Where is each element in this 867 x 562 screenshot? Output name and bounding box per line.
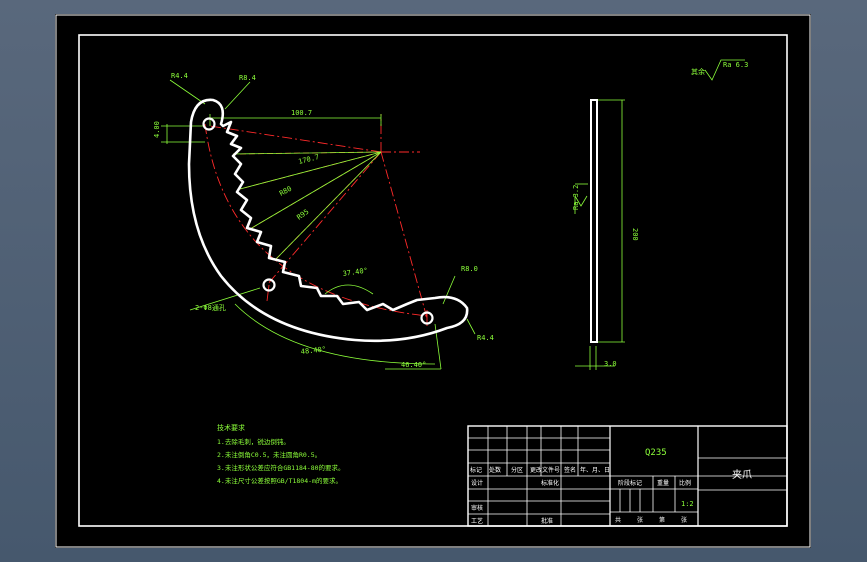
tb-header-3: 更改文件号	[530, 466, 560, 474]
tb-sheets-0: 共	[615, 516, 621, 524]
angle-arc-right: 46.40°	[401, 361, 426, 369]
drawing-canvas: R4.4 R8.4 100.7 4.00 170.7 R80 R95 37.40…	[55, 14, 811, 548]
note-line-3: 3.未注形状公差应符合GB1184-80的要求。	[217, 463, 345, 472]
roughness-value: Ra 6.3	[723, 61, 748, 69]
roughness-label: 其余	[691, 67, 705, 76]
technical-notes: 技术要求 1.去除毛刺，锐边倒钝。 2.未注倒角C0.5，未注圆角R0.5。 3…	[217, 423, 345, 485]
tb-sheets-2: 第	[659, 516, 665, 524]
inner-frame	[78, 34, 788, 527]
angle-arc-left: 48.40°	[300, 345, 326, 356]
cad-viewport: R4.4 R8.4 100.7 4.00 170.7 R80 R95 37.40…	[0, 0, 867, 562]
notes-title: 技术要求	[217, 423, 245, 432]
side-view-plate	[590, 99, 598, 343]
dim-r2: R80	[278, 185, 293, 198]
tb-header-4: 签名	[564, 466, 576, 474]
tb-sheets-3: 张	[681, 516, 687, 524]
part-name: 夹爪	[732, 468, 752, 481]
tb-approve: 批准	[541, 517, 553, 525]
note-line-1: 1.去除毛刺，锐边倒钝。	[217, 437, 290, 446]
scale-value: 1:2	[681, 500, 694, 508]
title-block-labels: 标记 处数 分区 更改文件号 签名 年、月、日 设计 标准化 审核 工艺 批准 …	[470, 466, 691, 525]
side-thickness: 3.0	[604, 360, 617, 368]
tb-header-2: 分区	[511, 466, 523, 474]
tb-scale-label: 比例	[679, 479, 691, 487]
jaw-outline	[187, 98, 469, 343]
side-length: 200	[631, 228, 639, 241]
dim-left-vertical: 4.00	[153, 121, 161, 138]
tb-weight: 重量	[657, 479, 669, 487]
tb-design: 设计	[471, 479, 483, 487]
dim-horizontal: 100.7	[291, 109, 312, 117]
dim-r-right-top: R8.0	[461, 265, 478, 273]
material: Q235	[645, 448, 667, 458]
note-line-4: 4.未注尺寸公差按照GB/T1804-m的要求。	[217, 476, 342, 485]
dim-r-top-right: R8.4	[239, 74, 256, 82]
dim-r1: 170.7	[298, 153, 320, 166]
tb-header-0: 标记	[470, 466, 482, 474]
dim-r-right-bottom: R4.4	[477, 334, 494, 342]
note-line-2: 2.未注倒角C0.5，未注圆角R0.5。	[217, 450, 321, 459]
tb-process: 工艺	[471, 517, 483, 525]
tb-review: 审核	[471, 504, 483, 512]
drawing-sheet: R4.4 R8.4 100.7 4.00 170.7 R80 R95 37.40…	[55, 14, 811, 548]
angle-small: 37.40°	[342, 267, 368, 278]
side-roughness: Ra 3.2	[572, 185, 580, 210]
dim-r3: R95	[295, 208, 310, 222]
tb-header-1: 处数	[489, 466, 501, 474]
tb-stage-mark: 阶段标记	[618, 479, 642, 487]
tb-standardization: 标准化	[541, 479, 559, 487]
dim-r-top-left: R4.4	[171, 72, 188, 80]
outer-frame	[55, 14, 811, 548]
dim-holes: 2-Φ8通孔	[195, 303, 226, 312]
tb-header-5: 年、月、日	[580, 466, 610, 474]
tb-sheets-1: 张	[637, 516, 643, 524]
